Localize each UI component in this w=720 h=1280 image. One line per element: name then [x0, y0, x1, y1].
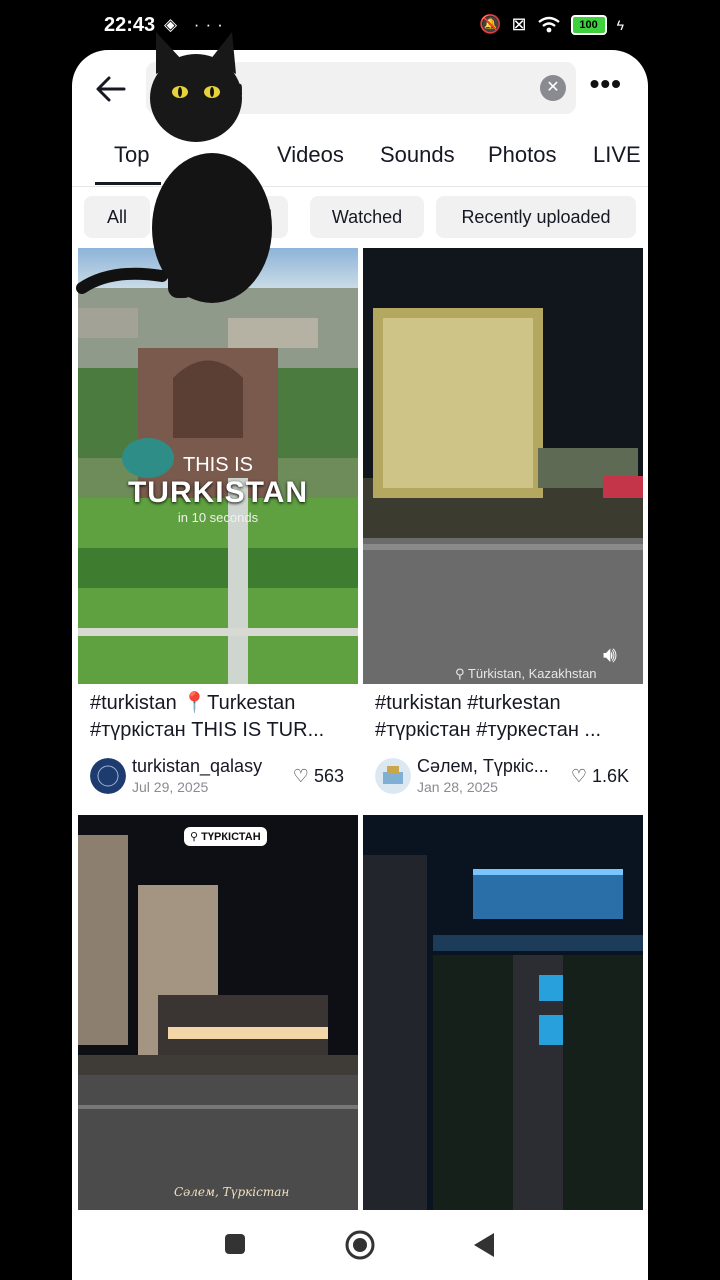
charging-icon: ϟ	[616, 16, 624, 33]
home-button-icon[interactable]	[344, 1229, 376, 1261]
battery-icon: 100	[570, 14, 607, 35]
video-thumbnail	[78, 815, 358, 1210]
sound-icon[interactable]: 🔊︎	[603, 642, 617, 668]
location-sticker: ⚲ ТҮРКІСТАН	[184, 827, 267, 846]
avatar	[90, 758, 126, 794]
author-name[interactable]: Сәлем, Түркіс...	[417, 756, 549, 777]
wifi-icon	[537, 16, 560, 32]
clear-search-icon[interactable]: ✕	[540, 75, 566, 101]
video-thumbnail	[363, 815, 643, 1210]
post-date: Jul 29, 2025	[132, 779, 209, 795]
video-card[interactable]: ⚲ Türkistan, Kazakhstan 🔊︎ #turkistan #t…	[363, 248, 643, 808]
heart-icon: ♡	[292, 766, 309, 786]
status-right-icons: 🔕 ⊠ 100 ϟ	[479, 14, 624, 35]
location-pin-icon: ⚲	[190, 831, 199, 843]
cat-sticker	[76, 32, 272, 303]
mute-icon: 🔕	[479, 14, 502, 34]
post-date: Jan 28, 2025	[417, 779, 498, 795]
chip-watched[interactable]: Watched	[310, 196, 424, 238]
recents-button-icon[interactable]	[224, 1233, 246, 1255]
video-card[interactable]: ⚲ ТҮРКІСТАН Сәлем, Түркістан	[78, 815, 358, 1210]
author-name[interactable]: turkistan_qalasy	[132, 756, 262, 777]
watermark: Сәлем, Түркістан	[174, 1185, 290, 1199]
video-caption: #turkistan 📍Turkestan #түркістан THIS IS…	[90, 692, 325, 741]
tab-photos[interactable]: Photos	[488, 142, 557, 168]
overlay-title: THIS IS	[182, 454, 253, 476]
sim-icon: ⊠	[511, 14, 527, 34]
tab-sounds[interactable]: Sounds	[380, 142, 455, 168]
location-tag: ⚲ Türkistan, Kazakhstan	[455, 666, 597, 681]
avatar	[375, 758, 411, 794]
video-thumbnail	[363, 248, 643, 684]
back-button-icon[interactable]	[472, 1232, 496, 1258]
like-count: ♡ 1.6K	[570, 766, 629, 786]
tab-live[interactable]: LIVE	[593, 142, 641, 168]
chip-recently-uploaded[interactable]: Recently uploaded	[436, 196, 636, 238]
location-pin-icon: ⚲	[455, 666, 465, 681]
video-card[interactable]: THIS IS TURKISTAN in 10 seconds #turkist…	[78, 248, 358, 808]
heart-icon: ♡	[570, 766, 587, 786]
overlay-subtitle: in 10 seconds	[177, 510, 259, 525]
video-caption: #turkistan #turkestan #түркістан #туркес…	[375, 692, 602, 741]
tab-videos[interactable]: Videos	[277, 142, 344, 168]
like-count: ♡ 563	[292, 766, 344, 786]
more-options-icon[interactable]: •••	[590, 68, 622, 100]
system-navigation-bar	[72, 1210, 648, 1280]
overlay-headline: TURKISTAN	[127, 476, 309, 509]
video-card[interactable]	[363, 815, 643, 1210]
